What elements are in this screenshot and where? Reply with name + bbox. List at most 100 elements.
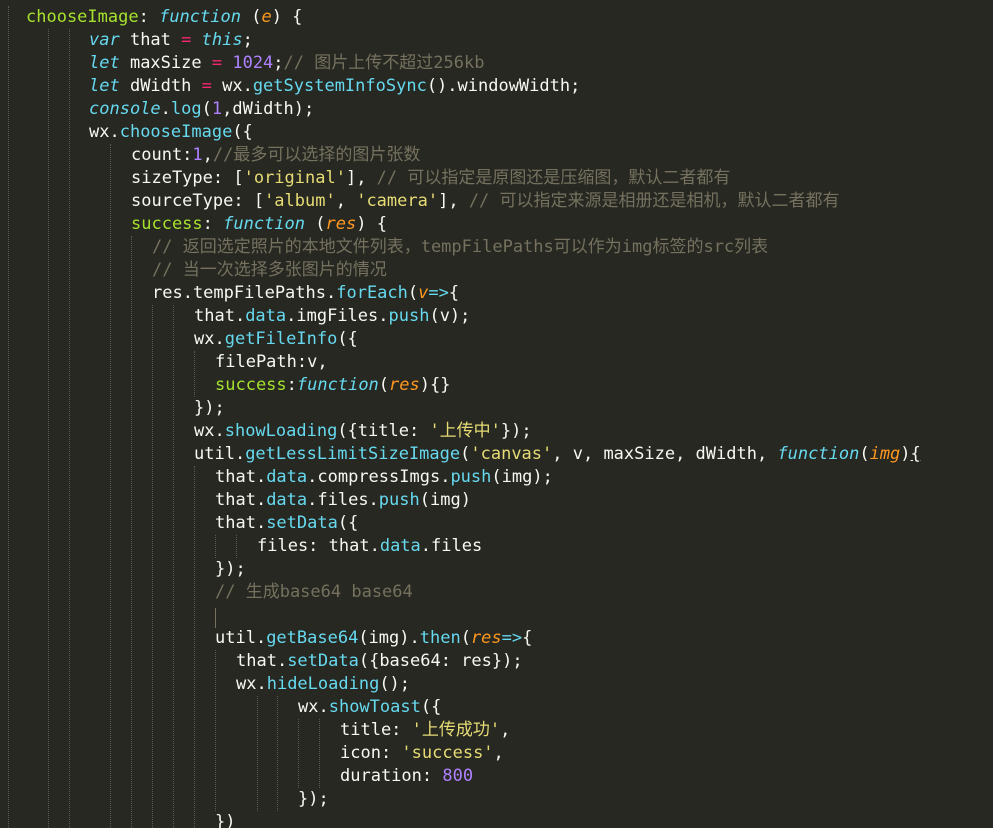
code-line[interactable]: console.log(1,dWidth); xyxy=(89,98,314,121)
code-token: res xyxy=(389,375,420,395)
code-token: (img). xyxy=(358,628,420,648)
code-token: 'canvas' xyxy=(470,444,553,464)
code-line[interactable]: that.data.compressImgs.push(img); xyxy=(215,466,553,489)
code-token: res xyxy=(325,214,357,234)
code-token: push xyxy=(388,306,430,326)
code-token: : xyxy=(138,7,160,27)
code-token: wx. xyxy=(89,122,120,142)
code-line[interactable]: duration: 800 xyxy=(340,765,473,788)
code-token: getSystemInfoSync xyxy=(252,76,427,96)
code-token: = xyxy=(181,30,192,50)
code-token: ( xyxy=(407,283,419,303)
code-line[interactable]: res.tempFilePaths.forEach(v=>{ xyxy=(152,282,459,305)
code-token: sizeType: [ xyxy=(131,168,244,188)
code-line[interactable]: // 当一次选择多张图片的情况 xyxy=(152,259,387,282)
code-line[interactable]: wx.chooseImage({ xyxy=(89,121,253,144)
code-token: 1024 xyxy=(232,53,274,73)
code-line[interactable]: // 生成base64 base64 xyxy=(215,581,413,604)
code-line[interactable]: var that = this; xyxy=(89,29,253,52)
code-token: ( xyxy=(305,214,326,234)
code-token: res.tempFilePaths. xyxy=(152,283,337,303)
code-token: let xyxy=(89,53,120,73)
code-token: push xyxy=(450,467,492,487)
code-token: forEach xyxy=(336,283,408,303)
code-line[interactable]: wx.hideLoading(); xyxy=(236,673,410,696)
code-line[interactable]: count:1,//最多可以选择的图片张数 xyxy=(131,144,420,167)
code-token: that. xyxy=(215,490,267,510)
code-line[interactable]: wx.getFileInfo({ xyxy=(194,328,358,351)
code-line[interactable]: chooseImage: function (e) { xyxy=(26,6,302,29)
code-token: duration: xyxy=(340,766,443,786)
code-line[interactable]: icon: 'success', xyxy=(340,742,504,765)
code-token: ( xyxy=(201,99,212,119)
code-token: showToast xyxy=(328,697,421,717)
code-token: '上传成功' xyxy=(411,720,501,740)
code-token: }); xyxy=(298,789,329,809)
indent-guide xyxy=(319,719,320,788)
code-token: . xyxy=(160,99,171,119)
code-token: ) { xyxy=(271,7,303,27)
code-line[interactable]: files: that.data.files xyxy=(257,535,482,558)
code-token: showLoading xyxy=(224,421,338,441)
code-token: ], xyxy=(438,191,469,211)
indent-guide xyxy=(131,236,132,828)
code-line[interactable]: }); xyxy=(194,397,225,420)
code-token: success xyxy=(215,375,287,395)
code-line[interactable]: }); xyxy=(215,558,246,581)
code-token: ({ xyxy=(337,513,359,533)
code-editor[interactable]: chooseImage: function (e) {var that = th… xyxy=(0,0,993,828)
code-token: // 可以指定来源是相册还是相机，默认二者都有 xyxy=(468,191,840,211)
code-token: files: that. xyxy=(257,536,380,556)
code-token: setData xyxy=(287,651,359,671)
code-token: util. xyxy=(194,444,246,464)
code-token: function xyxy=(159,7,241,27)
code-token: that. xyxy=(194,306,246,326)
code-line[interactable]: that.data.files.push(img) xyxy=(215,489,471,512)
code-line[interactable]: filePath:v, xyxy=(215,351,328,374)
code-line[interactable]: that.setData({ xyxy=(215,512,358,535)
code-token: dWidth xyxy=(119,76,202,96)
code-token: getLessLimitSizeImage xyxy=(245,444,461,464)
code-line[interactable]: wx.showToast({ xyxy=(298,696,441,719)
code-token: success xyxy=(131,214,203,234)
code-line[interactable]: sizeType: ['original'], // 可以指定是原图还是压缩图，… xyxy=(131,167,730,190)
indent-guide xyxy=(257,696,258,811)
code-line[interactable]: }); xyxy=(298,788,329,811)
code-token: , xyxy=(335,191,357,211)
code-line[interactable]: let maxSize = 1024;// 图片上传不超过256kb xyxy=(89,52,484,75)
code-line[interactable]: success: function (res) { xyxy=(131,213,387,236)
code-token: ({ xyxy=(420,697,442,717)
code-line[interactable]: wx.showLoading({title: '上传中'}); xyxy=(194,420,532,443)
code-line[interactable]: sourceType: ['album', 'camera'], // 可以指定… xyxy=(131,190,840,213)
code-line[interactable]: util.getLessLimitSizeImage('canvas', v, … xyxy=(194,443,921,466)
code-token: wx. xyxy=(211,76,253,96)
code-token: util. xyxy=(215,628,267,648)
code-token: .compressImgs. xyxy=(307,467,451,487)
code-line[interactable]: title: '上传成功', xyxy=(340,719,510,742)
code-line[interactable]: }) xyxy=(215,811,235,828)
code-line[interactable]: util.getBase64(img).then(res=>{ xyxy=(215,627,532,650)
code-token: getFileInfo xyxy=(224,329,338,349)
code-token: // 图片上传不超过256kb xyxy=(283,53,485,73)
code-line[interactable]: that.data.imgFiles.push(v); xyxy=(194,305,470,328)
code-token: ( xyxy=(460,444,471,464)
code-token: // 可以指定是原图还是压缩图，默认二者都有 xyxy=(376,168,731,188)
code-token: = xyxy=(201,76,212,96)
code-line[interactable]: that.setData({base64: res}); xyxy=(236,650,523,673)
code-token: e xyxy=(261,7,272,27)
indent-guide xyxy=(194,466,195,828)
code-token: this xyxy=(201,30,243,50)
code-token: 1 xyxy=(192,145,203,165)
text-cursor xyxy=(215,608,216,628)
indent-guide xyxy=(215,650,216,811)
code-token: ( xyxy=(378,375,390,395)
code-token: ({title: xyxy=(337,421,430,441)
code-token: ) { xyxy=(356,214,387,234)
code-line[interactable]: success:function(res){} xyxy=(215,374,450,397)
code-token: data xyxy=(379,536,421,556)
code-line[interactable]: let dWidth = wx.getSystemInfoSync().wind… xyxy=(89,75,580,98)
code-token: }); xyxy=(215,559,246,579)
code-line[interactable]: // 返回选定照片的本地文件列表，tempFilePaths可以作为img标签的… xyxy=(152,236,768,259)
code-token: that. xyxy=(236,651,288,671)
